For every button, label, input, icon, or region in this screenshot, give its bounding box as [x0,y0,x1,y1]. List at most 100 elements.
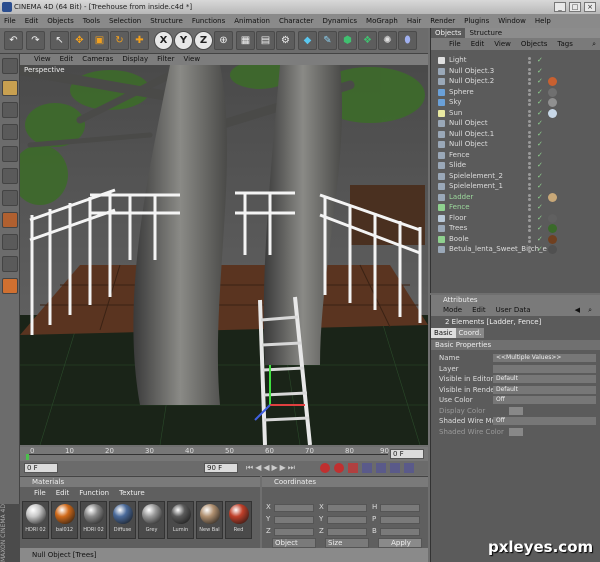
menu-selection[interactable]: Selection [109,17,141,25]
close-button[interactable]: × [584,2,596,12]
menu-animation[interactable]: Animation [234,17,270,25]
material-tag-icon[interactable] [548,77,557,86]
attribute-value-field[interactable]: Off [493,417,596,425]
om-menu-tags[interactable]: Tags [557,38,573,50]
menu-plugins[interactable]: Plugins [464,17,489,25]
use-texture-tool-icon[interactable] [2,102,18,118]
position-x-field[interactable] [274,504,314,512]
visibility-dots[interactable] [528,172,534,180]
live-select-icon[interactable]: ↖ [50,31,69,50]
material-tag-icon[interactable] [548,87,557,97]
material-tag-icon[interactable] [548,98,557,107]
object-row[interactable]: Spielelement_1 ✓ [431,181,600,192]
position-key-icon[interactable] [362,463,372,473]
use-texture-axis-icon[interactable] [2,124,18,140]
autokey-icon[interactable] [334,463,344,473]
current-frame-field[interactable]: 0 F [390,449,424,459]
object-row[interactable]: Fence ✓ [431,202,600,213]
enabled-check-icon[interactable]: ✓ [537,171,543,182]
object-mode-select[interactable]: Object [272,538,316,548]
attribute-value-field[interactable] [509,406,523,415]
materials-menu-texture[interactable]: Texture [119,489,145,497]
visibility-dots[interactable] [528,235,534,243]
material-tag-icon[interactable] [548,224,557,233]
enabled-check-icon[interactable]: ✓ [537,129,543,140]
menu-character[interactable]: Character [279,17,314,25]
enabled-check-icon[interactable]: ✓ [537,76,543,87]
search-icon[interactable]: ⌕ [588,305,592,316]
enabled-check-icon[interactable]: ✓ [537,108,543,119]
recent-tool-icon[interactable]: ✚ [130,31,149,50]
start-frame-field[interactable]: 0 F [24,463,58,473]
position-y-field[interactable] [274,516,314,524]
object-row[interactable]: Ladder ✓ [431,192,600,203]
enabled-check-icon[interactable]: ✓ [537,234,543,245]
tab-objects[interactable]: Objects [431,28,466,38]
rotation-h-field[interactable] [380,504,420,512]
object-row[interactable]: Floor ✓ [431,213,600,224]
enabled-check-icon[interactable]: ✓ [537,244,543,255]
attr-menu-edit[interactable]: Edit [472,305,486,316]
object-row[interactable]: Sphere ✓ [431,87,600,98]
om-menu-objects[interactable]: Objects [521,38,547,50]
playhead[interactable] [26,454,29,460]
tweak-mode-icon[interactable] [2,212,18,228]
material-tag-icon[interactable] [548,108,557,118]
material-swatch[interactable]: HDRI 02 [80,501,107,539]
material-swatch[interactable]: Red [225,501,252,539]
size-z-field[interactable] [327,528,367,536]
rotate-icon[interactable]: ↻ [110,31,129,50]
visibility-dots[interactable] [528,99,534,106]
material-swatch[interactable]: HDRI 02 [22,501,49,539]
menu-mograph[interactable]: MoGraph [366,17,398,25]
attr-menu-user-data[interactable]: User Data [496,305,531,316]
scene-objects-icon[interactable]: ✺ [378,31,397,50]
layout-icon[interactable] [2,278,18,294]
record-icon[interactable] [320,463,330,473]
visibility-dots[interactable] [528,246,534,253]
visibility-dots[interactable] [528,225,534,232]
object-row[interactable]: Betula_lenta_Sweet_Birch_e ✓ [431,244,600,255]
visibility-dots[interactable] [528,130,534,138]
viewport-menu-view[interactable]: View [34,54,51,65]
enabled-check-icon[interactable]: ✓ [537,223,543,234]
enabled-check-icon[interactable]: ✓ [537,118,543,129]
visibility-dots[interactable] [528,141,534,148]
object-row[interactable]: Null Object.3 ✓ [431,66,600,77]
visibility-dots[interactable] [528,120,534,127]
spline-pen-icon[interactable]: ✎ [318,31,337,50]
workplane-icon[interactable] [2,256,18,272]
object-row[interactable]: Null Object ✓ [431,118,600,129]
material-swatch[interactable]: Lumin [167,501,194,539]
points-mode-icon[interactable] [2,146,18,162]
perspective-viewport[interactable]: Perspective [20,65,428,445]
menu-render[interactable]: Render [430,17,455,25]
materials-menu-file[interactable]: File [34,489,46,497]
parameter-key-icon[interactable] [404,463,414,473]
maximize-button[interactable]: □ [569,2,581,12]
enabled-check-icon[interactable]: ✓ [537,150,543,161]
enabled-check-icon[interactable]: ✓ [537,160,543,171]
search-icon[interactable]: ⌕ [592,38,596,50]
visibility-dots[interactable] [528,214,534,222]
menu-hair[interactable]: Hair [407,17,421,25]
render-settings-icon[interactable]: ⚙ [276,31,295,50]
enabled-check-icon[interactable]: ✓ [537,192,543,203]
visibility-dots[interactable] [528,183,534,190]
visibility-dots[interactable] [528,204,534,211]
x-axis-toggle[interactable]: X [154,31,173,50]
transport-controls[interactable]: ⏮◀◀▶▶⏭ [246,463,297,473]
object-row[interactable]: Null Object ✓ [431,139,600,150]
object-row[interactable]: Boole ✓ [431,234,600,245]
enabled-check-icon[interactable]: ✓ [537,97,543,108]
object-row[interactable]: Fence ✓ [431,150,600,161]
rotation-b-field[interactable] [380,528,420,536]
keyframe-selection-icon[interactable] [348,463,358,473]
menu-dynamics[interactable]: Dynamics [323,17,358,25]
scale-icon[interactable]: ▣ [90,31,109,50]
attribute-value-field[interactable]: Default [493,375,596,383]
material-swatch[interactable]: Grey [138,501,165,539]
end-frame-field[interactable]: 90 F [204,463,238,473]
viewport-menu-display[interactable]: Display [122,54,148,65]
use-object-tool-icon[interactable] [2,80,18,96]
